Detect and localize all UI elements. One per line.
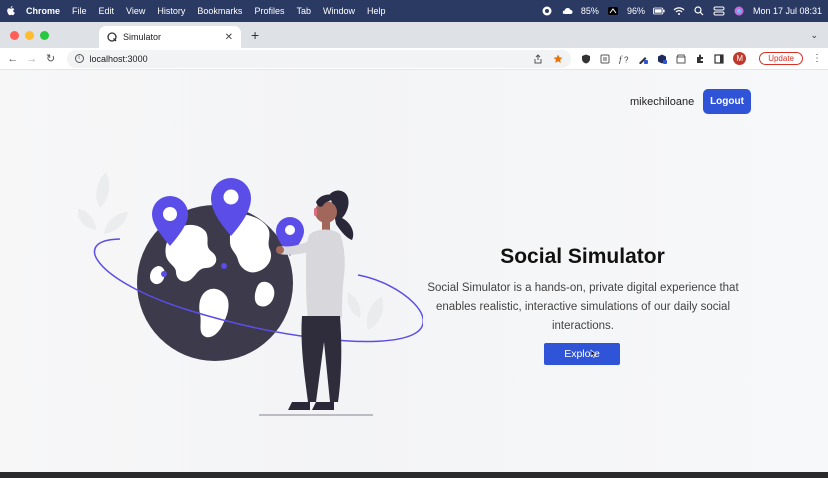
explore-button[interactable]: Explore <box>544 343 620 365</box>
tab-title: Simulator <box>123 32 162 42</box>
reload-button[interactable]: ↻ <box>44 52 58 65</box>
battery-icon[interactable] <box>652 6 665 16</box>
wifi-icon[interactable] <box>673 6 685 16</box>
shield-extension-icon[interactable] <box>581 54 591 64</box>
address-bar[interactable]: i localhost:3000 <box>66 49 572 68</box>
store-extension-icon[interactable] <box>676 54 686 64</box>
control-center-icon[interactable] <box>713 6 725 16</box>
siri-icon[interactable] <box>733 6 745 16</box>
menu-view[interactable]: View <box>126 6 145 16</box>
macos-menu-bar: Chrome File Edit View History Bookmarks … <box>0 0 828 22</box>
forward-button[interactable]: → <box>25 53 39 65</box>
screen-bottom-edge <box>0 472 828 478</box>
menu-bookmarks[interactable]: Bookmarks <box>197 6 242 16</box>
screen: Chrome File Edit View History Bookmarks … <box>0 0 828 478</box>
tab-simulator[interactable]: Simulator ✕ <box>99 26 241 48</box>
logout-button[interactable]: Logout <box>703 89 751 114</box>
web-page: mikechiloane Logout Social Simulator Soc… <box>0 70 828 472</box>
hero-title: Social Simulator <box>500 245 665 268</box>
minimize-window-button[interactable] <box>25 30 34 40</box>
battery-percent[interactable]: 96% <box>627 6 645 16</box>
leaf-decoration-right <box>347 292 384 330</box>
pen-extension-icon[interactable] <box>638 54 649 64</box>
window-controls <box>0 30 59 40</box>
omnibox-actions <box>533 53 563 64</box>
menu-tab[interactable]: Tab <box>296 6 311 16</box>
more-menu-icon[interactable]: ⋮ <box>812 53 822 64</box>
site-info-icon[interactable]: i <box>74 54 84 63</box>
tab-strip: Simulator ✕ + ⌄ <box>0 22 828 48</box>
record-icon[interactable] <box>541 6 553 16</box>
star-icon[interactable] <box>553 54 563 64</box>
search-icon[interactable] <box>693 6 705 16</box>
new-tab-button[interactable]: + <box>251 27 259 43</box>
cursor-icon <box>590 349 597 358</box>
zoom-window-button[interactable] <box>40 30 49 40</box>
close-window-button[interactable] <box>10 30 19 40</box>
close-tab-icon[interactable]: ✕ <box>225 32 233 43</box>
cpu-icon[interactable] <box>607 6 619 16</box>
menu-help[interactable]: Help <box>367 6 386 16</box>
status-area: 85% 96% Mon 17 Jul 08:31 <box>541 6 822 16</box>
browser-toolbar: ← → ↻ i localhost:3000 f? M Update ⋮ <box>0 48 828 70</box>
menu-app-chrome[interactable]: Chrome <box>26 6 60 16</box>
menu-edit[interactable]: Edit <box>99 6 115 16</box>
leaf-decoration-left <box>78 172 128 234</box>
share-icon[interactable] <box>533 53 543 64</box>
menu-profiles[interactable]: Profiles <box>254 6 284 16</box>
box-extension-icon[interactable] <box>657 54 668 64</box>
sidepanel-icon[interactable] <box>714 53 724 64</box>
menu-history[interactable]: History <box>157 6 185 16</box>
cpu-usage[interactable]: 85% <box>581 6 599 16</box>
hero-illustration <box>78 172 423 416</box>
svg-text:f: f <box>619 54 623 64</box>
reader-extension-icon[interactable] <box>600 54 610 64</box>
extension-icons: f? M Update ⋮ <box>581 52 822 65</box>
menu-window[interactable]: Window <box>323 6 355 16</box>
url-text[interactable]: localhost:3000 <box>90 54 148 64</box>
globe-favicon-icon <box>107 32 117 42</box>
menu-file[interactable]: File <box>72 6 87 16</box>
extension-icon[interactable] <box>695 54 705 64</box>
svg-text:?: ? <box>624 55 629 64</box>
formula-extension-icon[interactable]: f? <box>619 54 629 64</box>
hero-description: Social Simulator is a hands-on, private … <box>427 282 739 332</box>
datetime[interactable]: Mon 17 Jul 08:31 <box>753 6 822 16</box>
cloud-icon[interactable] <box>561 6 573 16</box>
update-button[interactable]: Update <box>759 52 803 65</box>
username-label: mikechiloane <box>630 96 695 108</box>
back-button[interactable]: ← <box>6 53 20 65</box>
profile-avatar[interactable]: M <box>733 52 747 65</box>
tab-search-chevron-icon[interactable]: ⌄ <box>810 30 818 41</box>
apple-icon[interactable] <box>6 5 16 17</box>
